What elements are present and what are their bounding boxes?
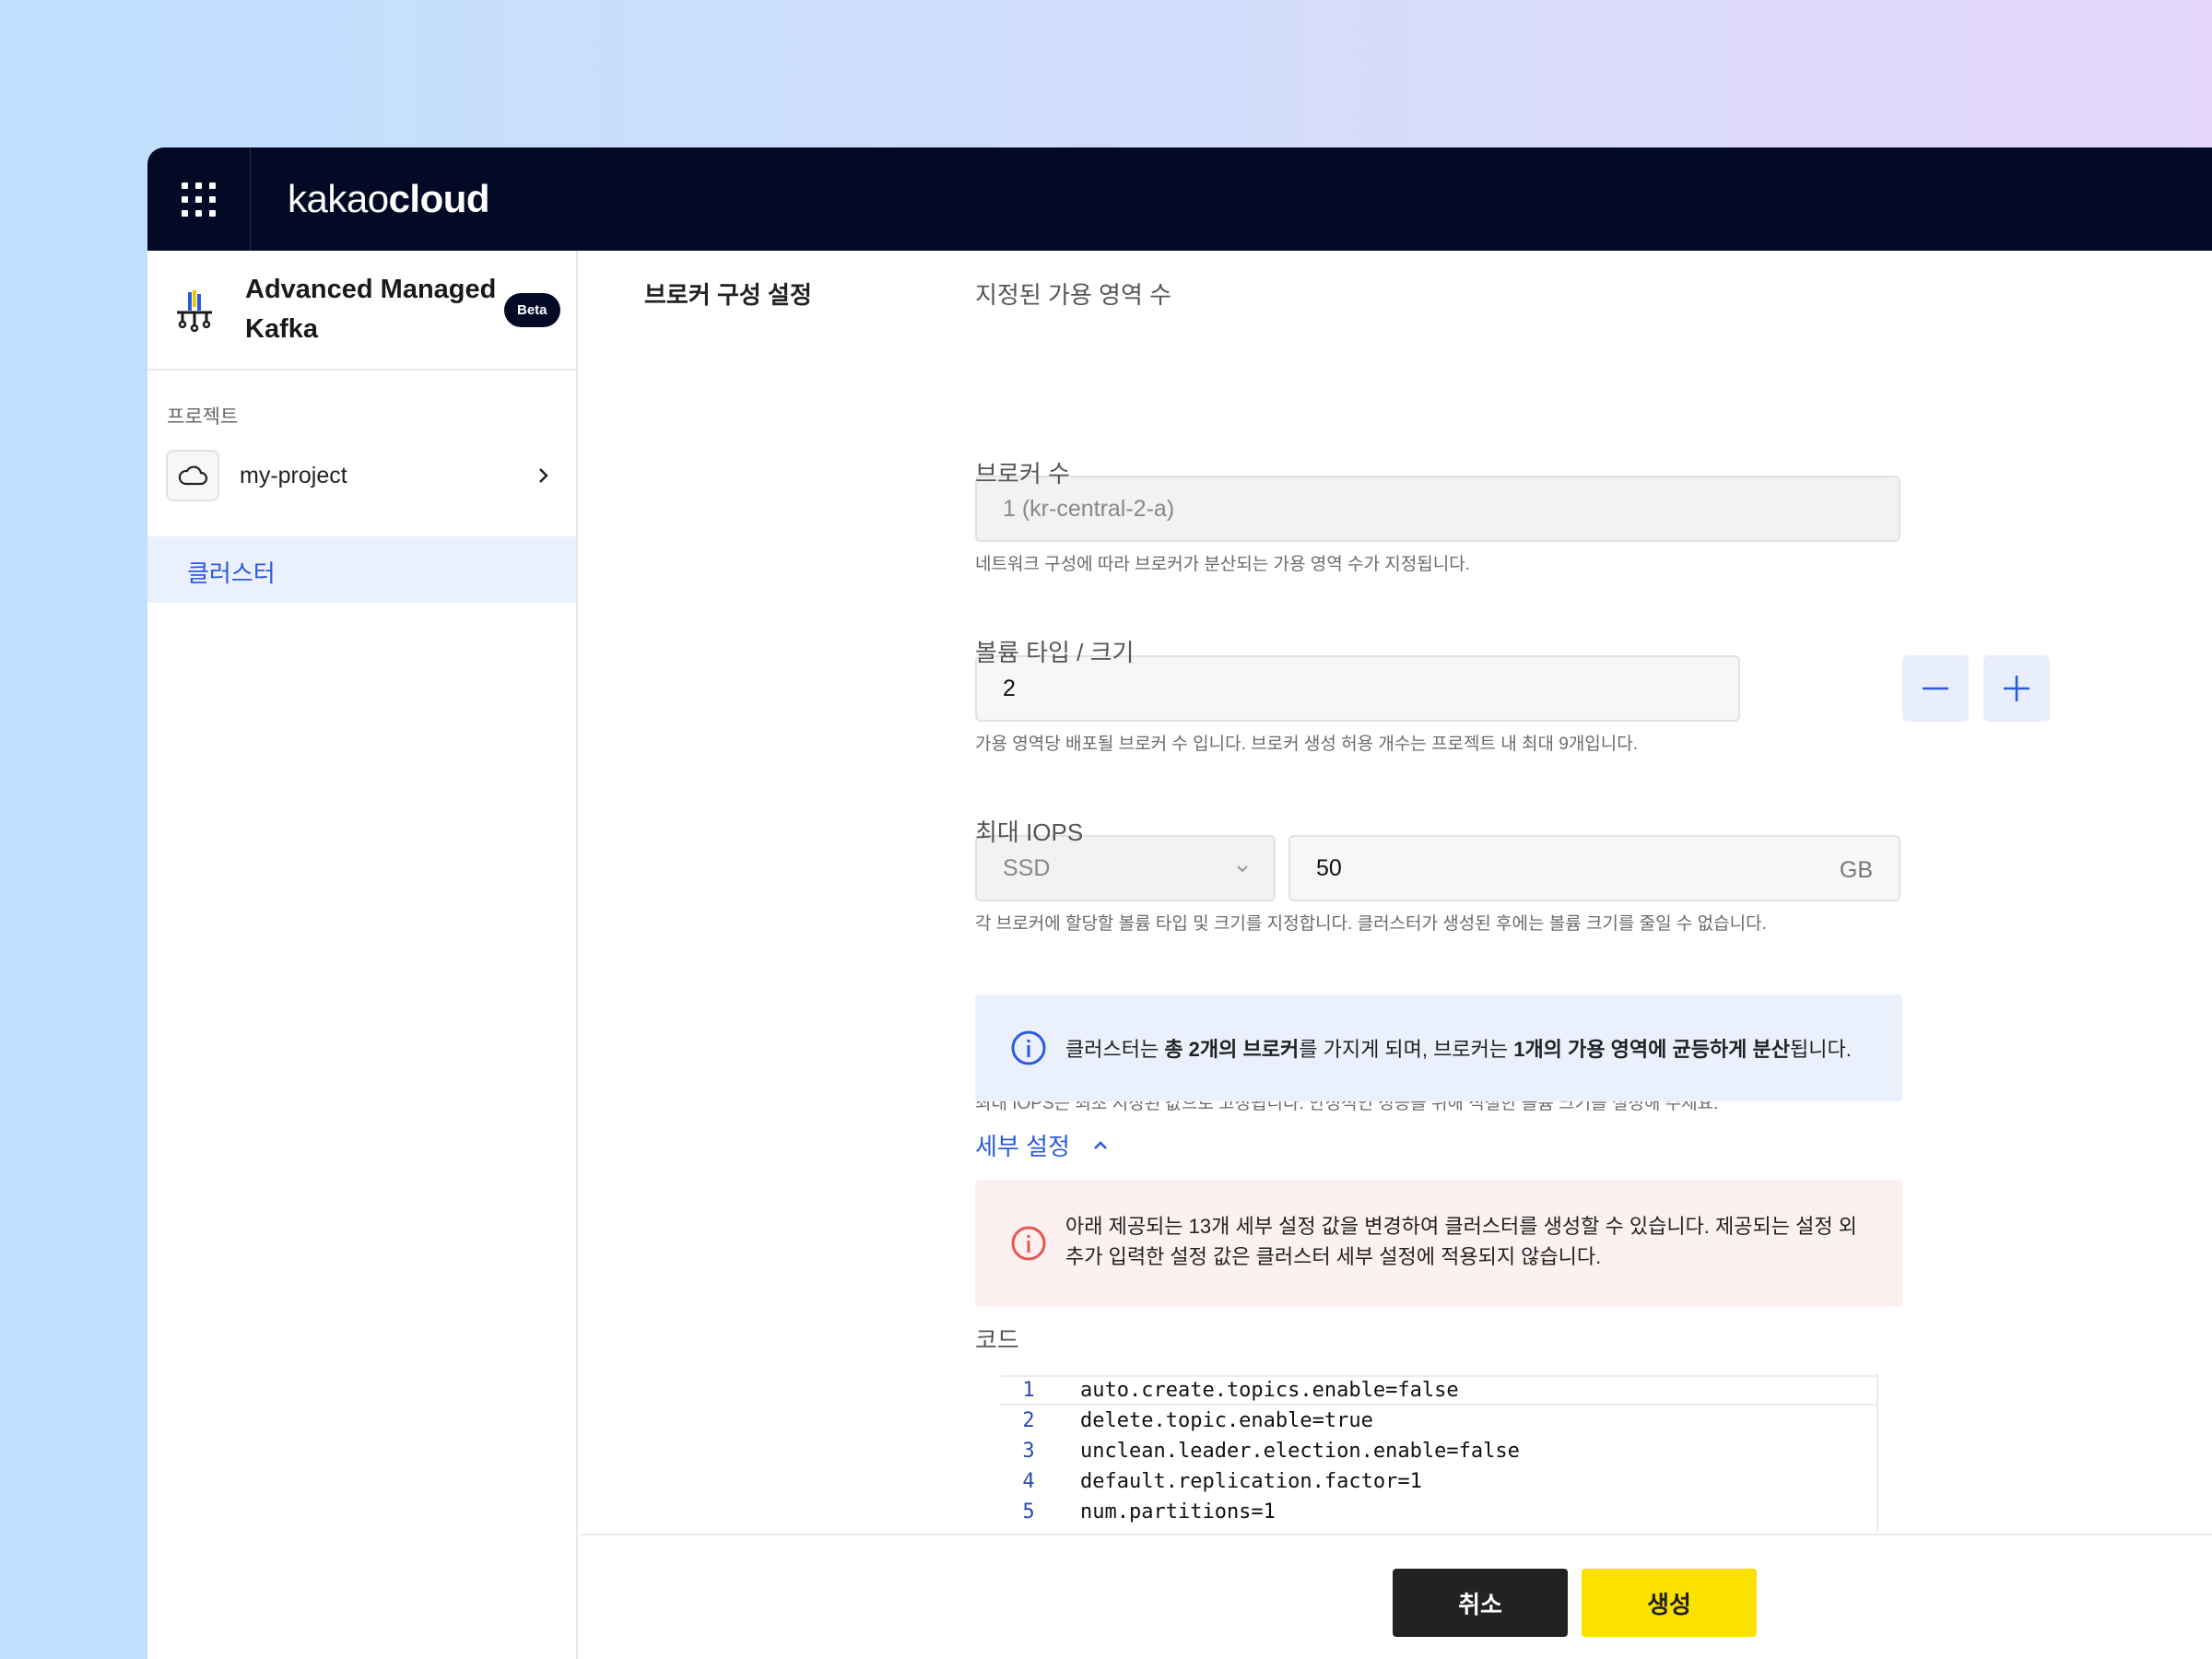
zones-field: 1 (kr-central-2-a) bbox=[975, 476, 1900, 542]
grid-icon bbox=[182, 182, 216, 217]
cancel-button[interactable]: 취소 bbox=[1393, 1569, 1568, 1637]
beta-badge: Beta bbox=[504, 293, 560, 327]
top-bar: kakaocloud bbox=[147, 147, 2212, 251]
code-text: unclean.leader.election.enable=false bbox=[1080, 1440, 1520, 1463]
line-number: 3 bbox=[1022, 1440, 1035, 1463]
code-line[interactable]: 4 default.replication.factor=1 bbox=[1001, 1466, 1877, 1497]
iops-label: 최대 IOPS bbox=[975, 818, 1084, 846]
line-number: 2 bbox=[1022, 1409, 1035, 1432]
code-line[interactable]: 3 unclean.leader.election.enable=false bbox=[1001, 1436, 1877, 1466]
code-editor[interactable]: 1 auto.create.topics.enable=false 2 delete.… bbox=[1001, 1373, 1878, 1535]
kafka-service-icon bbox=[177, 290, 212, 333]
advanced-toggle[interactable]: 세부 설정 bbox=[975, 1128, 1109, 1162]
zones-label: 지정된 가용 영역 수 bbox=[975, 281, 1172, 309]
minus-icon bbox=[1923, 687, 1948, 690]
code-line[interactable]: 5 num.partitions=1 bbox=[1001, 1497, 1877, 1527]
brokers-label: 브로커 수 bbox=[975, 460, 1070, 488]
code-text: delete.topic.enable=true bbox=[1080, 1409, 1373, 1432]
line-number: 5 bbox=[1022, 1500, 1035, 1524]
volume-unit: GB bbox=[1839, 857, 1873, 883]
chevron-down-icon bbox=[1237, 865, 1248, 873]
kakaocloud-logo[interactable]: kakaocloud bbox=[288, 177, 490, 221]
sidebar-item-label: 클러스터 bbox=[187, 559, 276, 587]
line-number: 4 bbox=[1022, 1470, 1035, 1493]
section-title: 브로커 구성 설정 bbox=[644, 281, 812, 309]
brokers-hint: 가용 영역당 배포될 브로커 수 입니다. 브로커 생성 허용 개수는 프로젝트… bbox=[975, 735, 1639, 754]
chevron-right-icon bbox=[530, 462, 558, 489]
zones-hint: 네트워크 구성에 따라 브로커가 분산되는 가용 영역 수가 지정됩니다. bbox=[975, 555, 1470, 574]
project-selector[interactable]: my-project bbox=[166, 450, 558, 501]
cloud-icon bbox=[166, 450, 219, 501]
sidebar: Advanced Managed Kafka Beta 프로젝트 my-proj… bbox=[147, 251, 578, 1659]
code-text: num.partitions=1 bbox=[1080, 1500, 1276, 1524]
line-number: 1 bbox=[1022, 1379, 1035, 1402]
volume-label: 볼륨 타입 / 크기 bbox=[975, 639, 1135, 666]
plus-icon bbox=[2004, 676, 2030, 701]
app-menu-button[interactable] bbox=[147, 147, 251, 251]
decrement-button[interactable] bbox=[1902, 655, 1969, 722]
volume-size-input[interactable]: 50 GB bbox=[1288, 835, 1900, 901]
code-text: auto.create.topics.enable=false bbox=[1080, 1379, 1459, 1402]
sidebar-item-cluster[interactable]: 클러스터 bbox=[147, 536, 576, 603]
volume-hint: 각 브로커에 할당할 볼륨 타입 및 크기를 지정합니다. 클러스터가 생성된 … bbox=[975, 914, 1767, 934]
project-section-label: 프로젝트 bbox=[167, 406, 239, 428]
chevron-up-icon bbox=[1093, 1140, 1107, 1149]
code-line[interactable]: 2 delete.topic.enable=true bbox=[1001, 1406, 1877, 1436]
iops-hint: 최대 IOPS는 최초 지정된 값으로 고정됩니다. 안정적인 성능을 위해 적… bbox=[975, 1094, 1719, 1113]
project-name: my-project bbox=[240, 462, 347, 488]
iops-field: 3000 bbox=[975, 1015, 1900, 1081]
code-text: default.replication.factor=1 bbox=[1080, 1470, 1422, 1493]
service-name: Advanced Managed Kafka bbox=[245, 275, 497, 344]
service-header: Advanced Managed Kafka Beta bbox=[147, 251, 576, 371]
create-button[interactable]: 생성 bbox=[1582, 1569, 1757, 1637]
increment-button[interactable] bbox=[1983, 655, 2050, 722]
code-line[interactable]: 1 auto.create.topics.enable=false bbox=[1001, 1375, 1877, 1406]
